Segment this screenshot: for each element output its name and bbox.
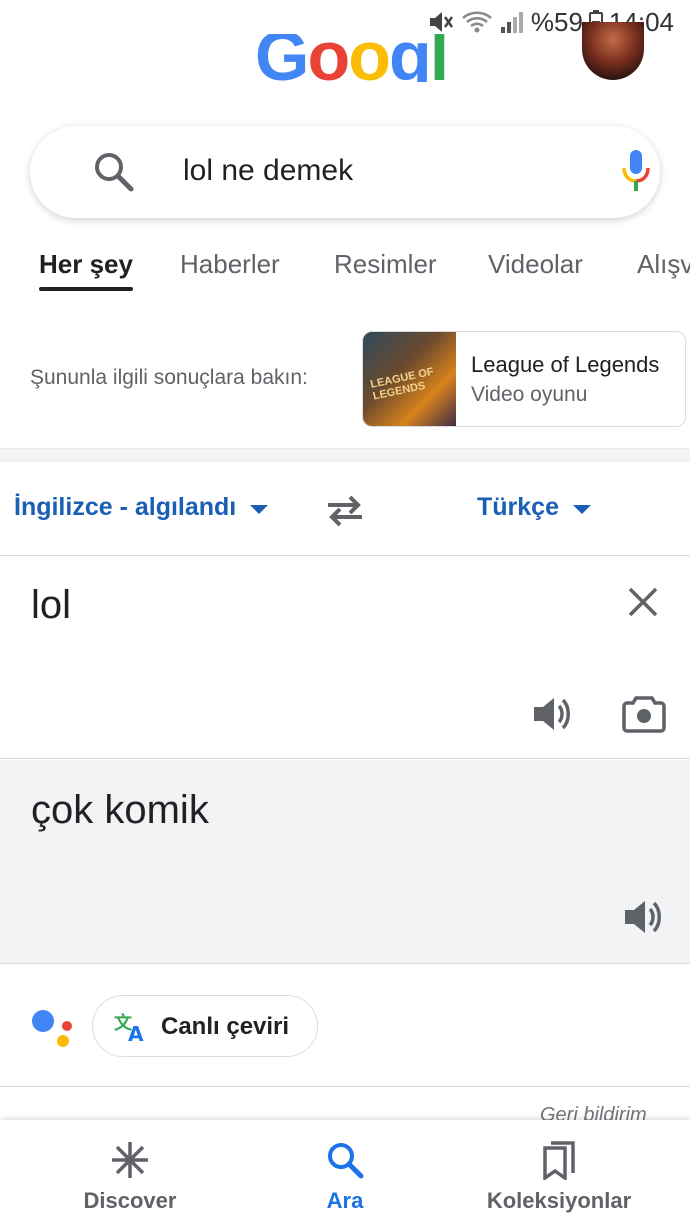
signal-icon	[500, 12, 523, 33]
live-translate-button[interactable]: 文 A Canlı çeviri	[92, 995, 318, 1057]
nav-collections[interactable]: Koleksiyonlar	[444, 1120, 674, 1227]
nav-collections-label: Koleksiyonlar	[486, 1188, 632, 1213]
google-logo-text: Google	[255, 34, 445, 82]
search-input[interactable]: lol ne demek	[183, 154, 353, 188]
microphone-icon[interactable]	[620, 148, 652, 194]
search-bar[interactable]: lol ne demek	[30, 126, 660, 218]
chevron-down-icon	[250, 505, 269, 514]
translated-text: çok komik	[31, 788, 209, 832]
wifi-icon	[462, 11, 492, 33]
source-text[interactable]: lol	[31, 583, 71, 628]
search-icon[interactable]	[92, 150, 136, 194]
nav-discover[interactable]: Discover	[15, 1120, 245, 1227]
asterisk-icon	[112, 1142, 148, 1178]
camera-icon[interactable]	[622, 694, 666, 734]
related-card-title: League of Legends	[471, 352, 660, 377]
speaker-icon[interactable]	[531, 694, 573, 734]
svg-text:A: A	[128, 1022, 144, 1043]
swap-languages-icon[interactable]	[324, 494, 366, 528]
translation-result-area: çok komik	[0, 760, 690, 964]
source-text-area[interactable]: lol	[0, 557, 690, 759]
google-assistant-icon[interactable]	[30, 1005, 78, 1049]
source-language-dropdown[interactable]: İngilizce - algılandı	[14, 493, 269, 522]
tab-shopping[interactable]: Alışv	[637, 249, 690, 280]
nav-search[interactable]: Ara	[230, 1120, 460, 1227]
assistant-row: 文 A Canlı çeviri	[0, 965, 690, 1087]
nav-search-label: Ara	[326, 1188, 364, 1213]
tab-videos[interactable]: Videolar	[488, 249, 583, 280]
bottom-navigation: Discover Ara Koleksiyonlar	[0, 1120, 690, 1227]
section-divider	[0, 448, 690, 462]
thumbnail-logo-text: LEAGUE OF LEGENDS	[369, 365, 435, 403]
mute-icon	[429, 12, 453, 32]
game-thumbnail: LEAGUE OF LEGENDS	[363, 332, 456, 426]
tab-news[interactable]: Haberler	[180, 249, 280, 280]
translate-icon: 文 A	[114, 1012, 144, 1043]
avatar[interactable]	[582, 22, 644, 80]
source-language-label: İngilizce - algılandı	[14, 493, 237, 521]
search-icon	[328, 1143, 364, 1179]
target-language-dropdown[interactable]: Türkçe	[477, 493, 591, 522]
collections-icon	[543, 1141, 575, 1180]
related-card-subtitle: Video oyunu	[471, 383, 588, 406]
google-logo[interactable]: Google	[255, 34, 445, 82]
live-translate-label: Canlı çeviri	[161, 1013, 290, 1040]
search-tabs: Her şey Haberler Resimler Videolar Alışv	[0, 245, 690, 295]
nav-discover-label: Discover	[83, 1188, 177, 1213]
chevron-down-icon	[572, 505, 591, 514]
active-tab-indicator	[39, 287, 133, 291]
speaker-icon[interactable]	[622, 897, 664, 937]
target-language-label: Türkçe	[477, 493, 559, 521]
close-icon[interactable]	[626, 585, 660, 619]
language-selector-row: İngilizce - algılandı Türkçe	[0, 462, 690, 556]
related-card-league-of-legends[interactable]: LEAGUE OF LEGENDS League of Legends Vide…	[362, 331, 686, 427]
tab-all[interactable]: Her şey	[39, 249, 133, 280]
tab-images[interactable]: Resimler	[334, 249, 437, 280]
related-prompt: Şununla ilgili sonuçlara bakın:	[30, 366, 308, 389]
battery-percent: %59	[530, 6, 583, 37]
